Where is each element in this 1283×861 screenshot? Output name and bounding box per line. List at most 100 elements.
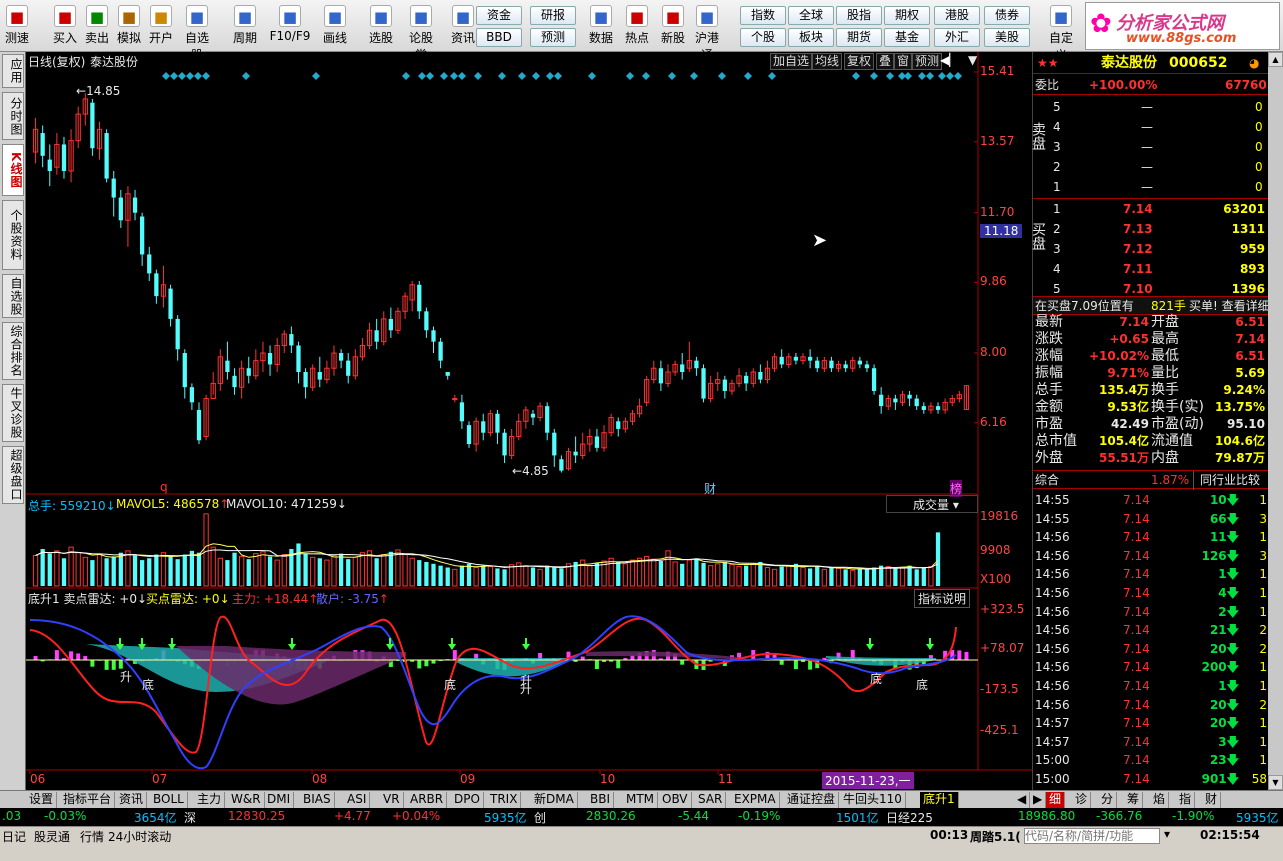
status-item-diary[interactable]: 日记 (2, 828, 26, 845)
toolbar-sell-button[interactable]: ■ 卖出 (80, 3, 114, 49)
buy-level-row[interactable]: 2 7.13 1311 (1033, 220, 1269, 239)
indicator-tab-10[interactable]: ARBR (407, 792, 448, 808)
pie-chart-icon[interactable]: ◕ (1249, 52, 1259, 74)
toolbar-quick-b-7[interactable]: 美股 (984, 28, 1030, 47)
indicator-tab-14[interactable]: BBI (587, 792, 615, 808)
toolbar-quick-6[interactable]: 港股 (934, 6, 980, 25)
index-d[interactable]: 深 (184, 809, 196, 826)
status-item-guling[interactable]: 股灵通 (34, 828, 70, 845)
toolbar-pen-button[interactable]: ■ 画线 (318, 3, 352, 49)
indicator-tab-6[interactable]: DMI (264, 792, 295, 808)
indicator-tab-16[interactable]: OBV (659, 792, 692, 808)
quote-side-tab-4[interactable]: 焰 (1150, 792, 1170, 808)
toolbar-quick-b-2[interactable]: 个股 (740, 28, 786, 47)
large-order-notice[interactable]: 在买盘7.09位置有 821手 买单! 查看详细 (1033, 296, 1270, 315)
toolbar-custom-button[interactable]: ■自定义 (1044, 3, 1078, 62)
left-tab-3[interactable]: 个股资料 (2, 200, 24, 270)
toolbar-forum-button[interactable]: ■ 论股堂 (404, 3, 438, 62)
buy-level-row[interactable]: 4 7.11 893 (1033, 260, 1269, 279)
buy-level-row[interactable]: 1 7.14 63201 (1033, 200, 1269, 219)
left-tab-6[interactable]: 牛叉诊股 (2, 384, 24, 442)
toolbar-quick-b-4[interactable]: 期货 (836, 28, 882, 47)
sell-level-row[interactable]: 4 — 0 (1033, 118, 1269, 137)
toolbar-quick-2[interactable]: 指数 (740, 6, 786, 25)
event-mark-finance[interactable]: 财 (704, 480, 716, 497)
chart-btn-0[interactable]: 加自选 (770, 53, 813, 70)
toolbar-news-button[interactable]: ■ 资讯 (446, 3, 480, 49)
sell-level-row[interactable]: 2 — 0 (1033, 158, 1269, 177)
indicator-tab-20[interactable]: 牛回头110 (840, 792, 906, 808)
chart-btn-4[interactable]: 窗 (894, 53, 913, 70)
chart-btn-2[interactable]: 复权 (844, 53, 875, 70)
indicator-tab-4[interactable]: 主力 (194, 792, 226, 808)
toolbar-quick-3[interactable]: 全球 (788, 6, 834, 25)
tab-scroll-right-icon[interactable]: ▶ (1030, 792, 1046, 808)
indicator-tab-0[interactable]: 设置 (26, 792, 58, 808)
quote-side-tab-1[interactable]: 诊 (1072, 792, 1092, 808)
indicator-tab-13[interactable]: 新DMA (531, 792, 578, 808)
search-input[interactable] (1024, 828, 1160, 844)
indicator-tab-21[interactable]: 底升1 (920, 792, 959, 808)
toolbar-quick-b-0[interactable]: BBD (476, 28, 522, 47)
buy-level-row[interactable]: 3 7.12 959 (1033, 240, 1269, 259)
quote-side-tab-5[interactable]: 指 (1176, 792, 1196, 808)
left-tab-5[interactable]: 综合排名 (2, 322, 24, 380)
indicator-tab-18[interactable]: EXPMA (731, 792, 780, 808)
toolbar-star-button[interactable]: ■ 自选股 (180, 3, 214, 62)
indicator-tab-3[interactable]: BOLL (150, 792, 188, 808)
kline-chart-area[interactable]: 日线(复权) 泰达股份 加自选 均线 复权叠窗预测 ◀▏ ▼ ←14.85 ←4.8… (26, 52, 1032, 790)
indicator-help-button[interactable]: 指标说明 (914, 589, 971, 608)
scroll-down-icon[interactable]: ▼ (1268, 775, 1283, 790)
volume-indicator-select[interactable]: 成交量 ▾ (886, 495, 978, 513)
status-item-quotes[interactable]: 行情 (80, 828, 104, 845)
event-mark-q[interactable]: q (160, 480, 168, 494)
quote-side-tab-6[interactable]: 财 (1202, 792, 1222, 808)
indicator-tab-19[interactable]: 通证控盘 (784, 792, 840, 808)
toolbar-quick-0[interactable]: 资金 (476, 6, 522, 25)
toolbar-buy-button[interactable]: ■ 买入 (48, 3, 82, 49)
tab-scroll-left-icon[interactable]: ◀ (1014, 792, 1030, 808)
chart-btn-3[interactable]: 叠 (876, 53, 895, 70)
toolbar-quick-b-6[interactable]: 外汇 (934, 28, 980, 47)
sell-level-row[interactable]: 3 — 0 (1033, 138, 1269, 157)
indicator-tab-1[interactable]: 指标平台 (60, 792, 116, 808)
toolbar-quick-7[interactable]: 债券 (984, 6, 1030, 25)
indicator-tab-12[interactable]: TRIX (487, 792, 522, 808)
quote-side-tab-0[interactable]: 细 (1046, 792, 1066, 808)
quote-side-tab-3[interactable]: 筹 (1124, 792, 1144, 808)
quote-panel-scrollbar[interactable]: ▲ ▼ (1268, 52, 1283, 790)
toolbar-quick-b-5[interactable]: 基金 (884, 28, 930, 47)
toolbar-clock-button[interactable]: ■ 周期 (228, 3, 262, 49)
left-tab-7[interactable]: 超级盘口 (2, 446, 24, 504)
sell-level-row[interactable]: 5 — 0 (1033, 98, 1269, 117)
indicator-tab-2[interactable]: 资讯 (116, 792, 148, 808)
toolbar-lock-button[interactable]: ■ 开户 (144, 3, 178, 49)
left-tab-1[interactable]: 分时图 (2, 92, 24, 140)
indicator-tab-11[interactable]: DPO (451, 792, 484, 808)
toolbar-quick-1[interactable]: 研报 (530, 6, 576, 25)
index-n[interactable]: 日经225 (886, 809, 933, 826)
sell-level-row[interactable]: 1 — 0 (1033, 178, 1269, 197)
indicator-tab-7[interactable]: BIAS (300, 792, 335, 808)
indicator-tab-5[interactable]: W&R (228, 792, 265, 808)
toolbar-quick-b-1[interactable]: 预测 (530, 28, 576, 47)
toolbar-screen-button[interactable]: ■ 选股 (364, 3, 398, 49)
industry-compare-button[interactable]: 同行业比较 (1193, 471, 1260, 490)
toolbar-speed-button[interactable]: ■ 测速 (0, 3, 34, 49)
favorite-stars-icon[interactable]: ★★ (1037, 52, 1059, 74)
toolbar-hammer-button[interactable]: ■ 模拟 (112, 3, 146, 49)
dropdown-icon[interactable]: ▼ (968, 53, 977, 67)
chart-btn-1[interactable]: 均线 (812, 53, 843, 70)
toolbar-ipo-button[interactable]: ■ 新股 (656, 3, 690, 49)
toolbar-hot-button[interactable]: ■ 热点 (620, 3, 654, 49)
indicator-tab-8[interactable]: ASI (344, 792, 371, 808)
toolbar-list-button[interactable]: ■ F10/F9 (266, 3, 314, 49)
pin-icon[interactable]: ◀▏ (940, 53, 958, 67)
toolbar-quick-4[interactable]: 股指 (836, 6, 882, 25)
toolbar-sse-hke-button[interactable]: ■ 沪港通 (690, 3, 724, 62)
chart-btn-5[interactable]: 预测 (912, 53, 943, 70)
search-dropdown-icon[interactable]: ▾ (1164, 827, 1170, 841)
toolbar-quick-b-3[interactable]: 板块 (788, 28, 834, 47)
indicator-tab-17[interactable]: SAR (695, 792, 727, 808)
index-i[interactable]: 创 (534, 809, 546, 826)
